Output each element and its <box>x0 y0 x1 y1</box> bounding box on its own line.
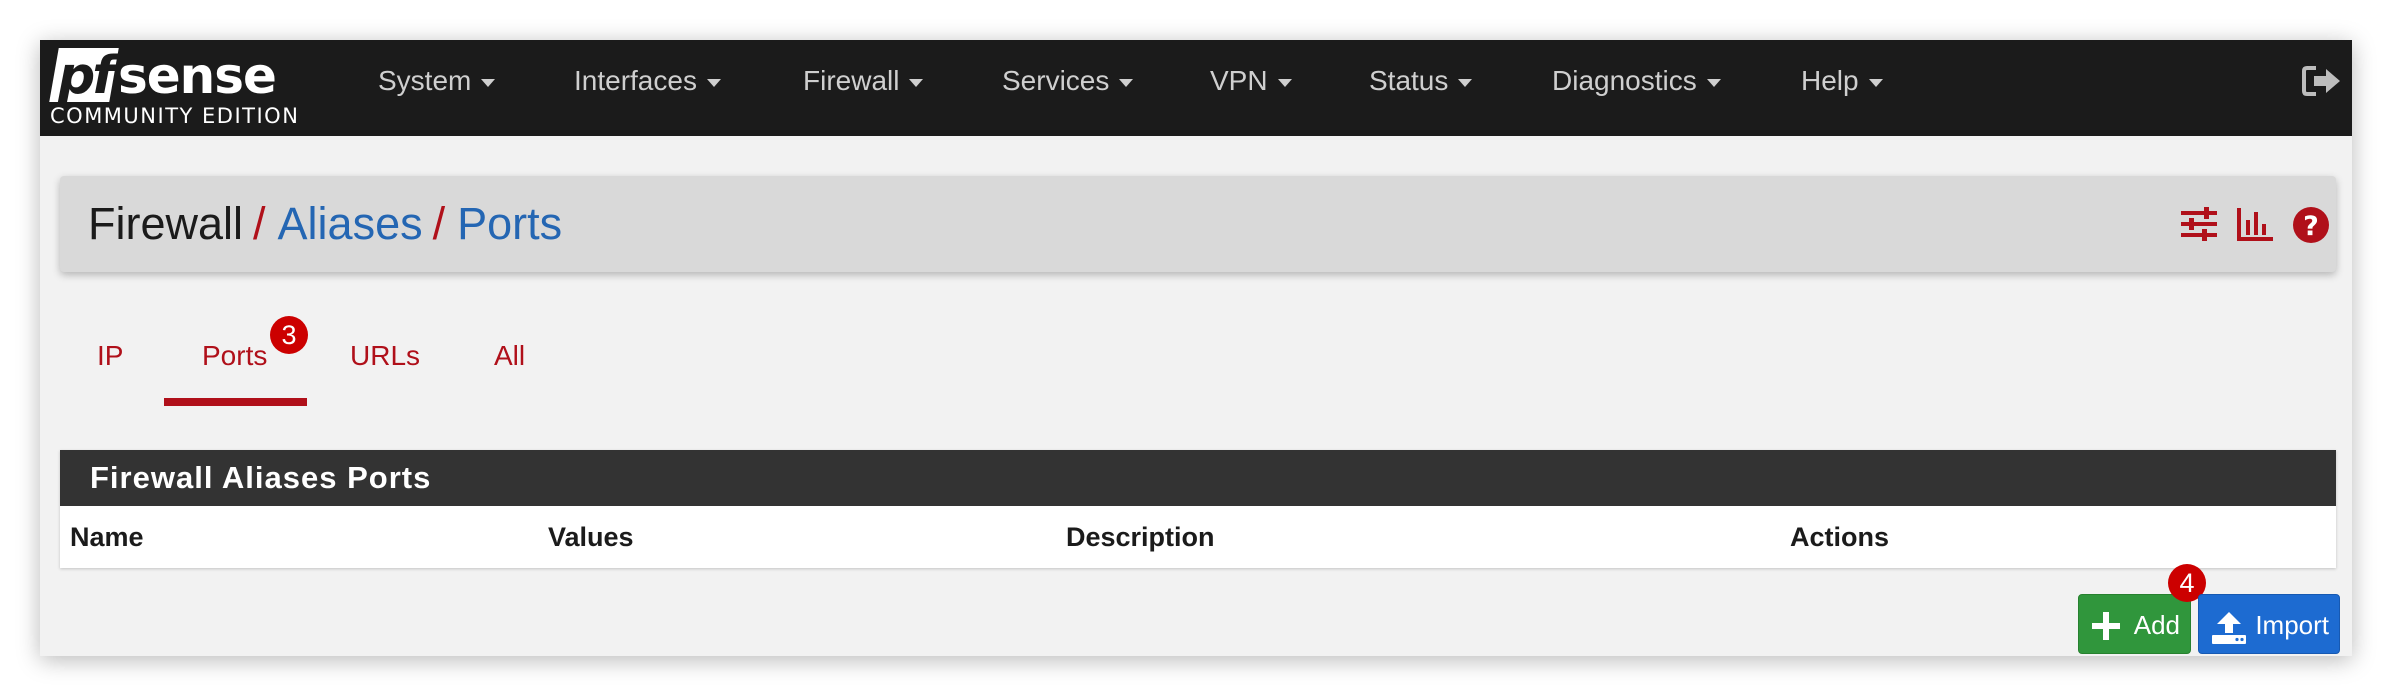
breadcrumb-root: Firewall <box>88 198 244 249</box>
caret-down-icon <box>1458 78 1473 87</box>
add-button[interactable]: Add <box>2078 594 2191 654</box>
add-button-label: Add <box>2133 610 2180 640</box>
plus-icon <box>2092 612 2120 640</box>
column-header-values[interactable]: Values <box>548 506 634 568</box>
breadcrumb-separator: / <box>432 198 446 249</box>
panel-heading: Firewall Aliases Ports <box>60 450 2336 506</box>
tab-all[interactable]: All <box>494 340 525 372</box>
pfsense-logo[interactable]: pf sense COMMUNITY EDITION <box>48 44 358 132</box>
question-circle-icon[interactable]: ? <box>2292 206 2330 244</box>
breadcrumb-separator: / <box>253 198 266 249</box>
logo-pf-text: pf <box>58 46 115 106</box>
nav-label: VPN <box>1210 65 1268 96</box>
import-button-label: Import <box>2255 610 2329 640</box>
caret-down-icon <box>1706 78 1721 87</box>
pfsense-window: pf sense COMMUNITY EDITION System Interf… <box>40 40 2352 656</box>
tab-badge: 3 <box>270 316 308 354</box>
nav-menu-help[interactable]: Help <box>1801 40 1883 136</box>
logo-edition-text: COMMUNITY EDITION <box>50 104 300 128</box>
breadcrumb-panel: Firewall / Aliases / Ports ? <box>60 176 2336 272</box>
nav-label: System <box>378 65 472 96</box>
column-header-name[interactable]: Name <box>70 506 144 568</box>
caret-down-icon <box>1277 78 1292 87</box>
top-navbar: pf sense COMMUNITY EDITION System Interf… <box>40 40 2352 136</box>
nav-label: Help <box>1801 65 1859 96</box>
nav-label: Services <box>1002 65 1110 96</box>
panel-title: Firewall Aliases Ports <box>90 460 432 495</box>
nav-menu-vpn[interactable]: VPN <box>1210 40 1292 136</box>
sign-out-icon[interactable] <box>2302 64 2342 98</box>
breadcrumb-link-aliases[interactable]: Aliases <box>278 198 423 249</box>
logo-sense-text: sense <box>118 47 277 105</box>
active-tab-indicator <box>164 398 307 406</box>
import-button[interactable]: Import <box>2198 594 2340 654</box>
column-header-actions: Actions <box>1790 522 1890 552</box>
nav-menu-firewall[interactable]: Firewall <box>803 40 924 136</box>
svg-text:?: ? <box>2303 211 2319 242</box>
nav-label: Firewall <box>803 65 900 96</box>
nav-label: Interfaces <box>574 65 697 96</box>
caret-down-icon <box>909 78 924 87</box>
breadcrumb: Firewall / Aliases / Ports <box>88 176 562 272</box>
tab-ports[interactable]: Ports <box>202 340 267 372</box>
caret-down-icon <box>481 78 496 87</box>
upload-icon <box>2212 612 2246 644</box>
sliders-icon[interactable] <box>2180 206 2218 242</box>
tab-ip[interactable]: IP <box>97 340 123 372</box>
tab-urls[interactable]: URLs <box>350 340 420 372</box>
chart-bar-icon[interactable] <box>2236 206 2274 242</box>
nav-menu-diagnostics[interactable]: Diagnostics <box>1552 40 1721 136</box>
nav-label: Diagnostics <box>1552 65 1697 96</box>
caret-down-icon <box>1119 78 1134 87</box>
caret-down-icon <box>1868 78 1883 87</box>
nav-menu-services[interactable]: Services <box>1002 40 1134 136</box>
nav-menu-status[interactable]: Status <box>1369 40 1473 136</box>
nav-menu-system[interactable]: System <box>378 40 496 136</box>
column-header-description[interactable]: Description <box>1066 506 1215 568</box>
nav-menu-interfaces[interactable]: Interfaces <box>574 40 721 136</box>
breadcrumb-link-ports[interactable]: Ports <box>457 198 562 249</box>
caret-down-icon <box>706 78 721 87</box>
nav-label: Status <box>1369 65 1449 96</box>
aliases-table-panel: Firewall Aliases Ports Name Values Descr… <box>60 450 2336 568</box>
